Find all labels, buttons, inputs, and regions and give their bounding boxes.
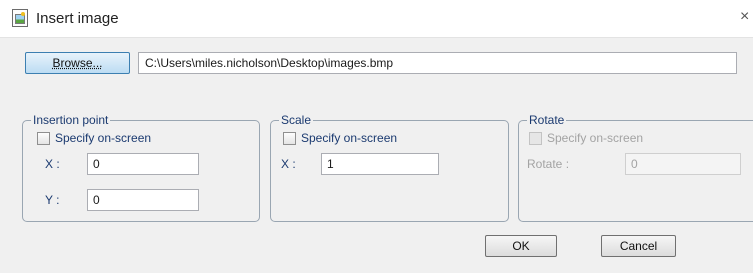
browse-button[interactable]: Browse... [25,52,130,74]
rotate-label: Rotate : [527,157,570,171]
insertion-specify-checkbox[interactable]: Specify on-screen [37,131,197,147]
rotate-specify-label: Specify on-screen [547,131,644,145]
scale-specify-checkbox[interactable]: Specify on-screen [283,131,443,147]
rotate-input[interactable]: 0 [625,153,741,175]
rotate-group-label: Rotate [527,113,567,127]
scale-group: Scale Specify on-screen X : 1 [270,113,509,222]
rotate-group: Rotate Specify on-screen Rotate : 0 [518,113,753,222]
image-icon [12,9,28,27]
window-title: Insert image [36,10,119,27]
scale-x-input[interactable]: 1 [321,153,439,175]
checkbox-box[interactable] [37,132,50,145]
insertion-x-label: X : [45,157,60,171]
cancel-button[interactable]: Cancel [601,235,676,257]
insertion-x-input[interactable]: 0 [87,153,199,175]
scale-group-label: Scale [279,113,314,127]
checkbox-box[interactable] [529,132,542,145]
insertion-y-label: Y : [45,193,60,207]
rotate-specify-checkbox[interactable]: Specify on-screen [529,131,689,147]
insertion-point-group-label: Insertion point [31,113,111,127]
insertion-point-group: Insertion point Specify on-screen X : 0 … [22,113,260,222]
scale-specify-label: Specify on-screen [301,131,398,145]
scale-x-label: X : [281,157,296,171]
file-path-input[interactable]: C:\Users\miles.nicholson\Desktop\images.… [138,52,737,74]
ok-button[interactable]: OK [485,235,557,257]
title-bar: Insert image × [0,0,753,38]
insertion-specify-label: Specify on-screen [55,131,152,145]
browse-button-label: Browse... [52,56,103,70]
close-icon[interactable]: × [740,9,749,25]
insertion-y-input[interactable]: 0 [87,189,199,211]
checkbox-box[interactable] [283,132,296,145]
